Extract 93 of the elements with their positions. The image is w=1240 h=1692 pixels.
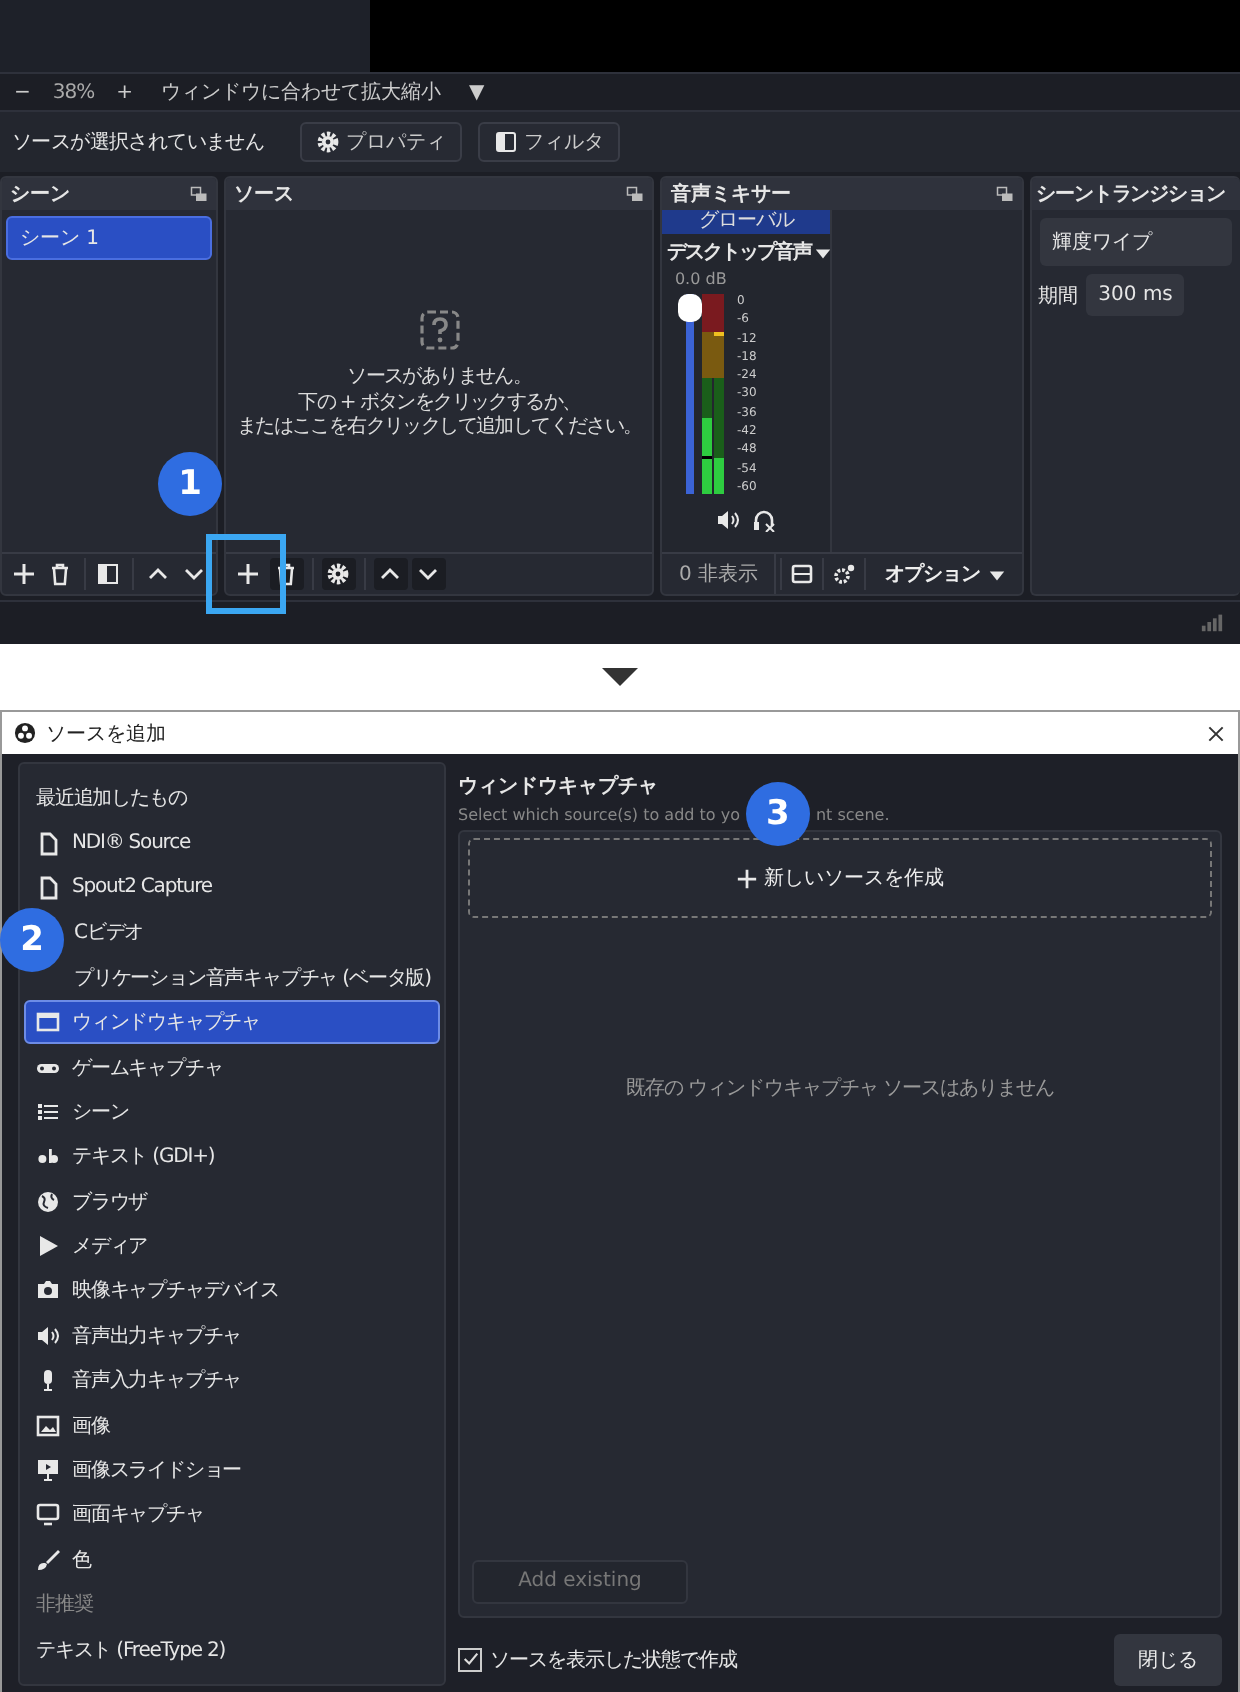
file-icon (36, 831, 60, 856)
source-type-item[interactable]: Cビデオ (68, 910, 156, 956)
undock-icon[interactable] (626, 185, 645, 203)
panel-title: ソース (233, 182, 294, 208)
source-type-item[interactable]: ブラウザ (24, 1179, 440, 1224)
caret-icon (988, 565, 1007, 583)
volume-reading: 0.0 dB (672, 270, 729, 288)
source-type-item[interactable]: テキスト (FreeType 2) (24, 1626, 440, 1672)
volume-slider-handle[interactable] (678, 294, 703, 322)
camera-icon (36, 1278, 60, 1303)
add-icon[interactable] (11, 562, 36, 586)
duration-field[interactable]: 300 ms (1086, 274, 1185, 316)
source-type-item[interactable]: ゲームキャプチャ (24, 1044, 440, 1090)
close-icon[interactable] (1206, 723, 1226, 743)
empty-sources-message: またはここを右クリックして追加してください。 (236, 416, 642, 441)
source-type-item[interactable]: 画面キャプチャ (24, 1492, 440, 1538)
filters-button[interactable]: フィルタ (478, 122, 620, 162)
instruction-text: Select which source(s) to add to yo (458, 806, 740, 824)
section-heading: 非推奨 (34, 1591, 95, 1621)
source-type-item[interactable]: 映像キャプチャデバイス (24, 1268, 440, 1314)
empty-message: 既存の ウィンドウキャプチャ ソースはありません (625, 1075, 1055, 1103)
play-icon (36, 1234, 60, 1259)
fit-window-button[interactable]: ウィンドウに合わせて拡大縮小 (155, 78, 448, 106)
dialog-title: ソースを追加 (46, 721, 166, 747)
section-heading: 最近追加したもの (34, 785, 189, 815)
layout-icon[interactable] (789, 562, 814, 586)
source-type-item[interactable]: 画像 (24, 1402, 440, 1448)
visible-checkbox[interactable] (458, 1647, 482, 1672)
channel-name: デスクトップ音声 (666, 238, 811, 266)
trash-icon[interactable] (274, 562, 299, 586)
transition-select[interactable]: 輝度ワイプ (1040, 218, 1232, 266)
hidden-count: 0 非表示 (662, 554, 777, 594)
source-type-item[interactable]: 音声出力キャプチャ (24, 1313, 440, 1359)
filter-icon[interactable] (96, 562, 121, 586)
question-icon (419, 310, 460, 350)
zoom-in-button[interactable]: + (110, 81, 140, 103)
list-icon (36, 1099, 60, 1124)
signal-icon (1200, 610, 1224, 634)
add-icon[interactable] (236, 562, 261, 586)
text-icon (36, 1144, 60, 1169)
zoom-level: 38% (52, 81, 95, 103)
source-type-item[interactable]: ウィンドウキャプチャ (24, 999, 440, 1045)
close-button[interactable]: 閉じる (1114, 1633, 1222, 1686)
brush-icon (36, 1547, 60, 1572)
zoom-out-button[interactable]: − (8, 81, 37, 103)
source-type-item[interactable]: 音声入力キャプチャ (24, 1358, 440, 1403)
checkbox-label: ソースを表示した状態で作成 (490, 1647, 737, 1674)
filter-icon (494, 130, 518, 154)
image-icon (36, 1413, 60, 1438)
undock-icon[interactable] (189, 185, 208, 203)
source-type-item[interactable]: 画像スライドショー (24, 1447, 440, 1493)
file-icon (36, 875, 60, 900)
source-type-item[interactable]: 色 (24, 1537, 440, 1583)
duration-label: 期間 (1038, 283, 1079, 309)
step-arrow-icon (602, 667, 638, 687)
scene-item[interactable]: シーン 1 (6, 216, 212, 260)
globe-icon (36, 1189, 60, 1214)
empty-sources-message: ソースがありません。 (347, 366, 532, 391)
source-type-item[interactable]: シーン (24, 1089, 440, 1135)
panel-title: 音声ミキサー (670, 180, 791, 208)
properties-button[interactable]: プロパティ (300, 122, 462, 162)
app-logo-icon (14, 722, 36, 744)
window-icon (36, 1010, 60, 1035)
source-type-item[interactable]: NDI® Source (24, 820, 440, 866)
check-icon (461, 1650, 479, 1669)
add-icon (736, 867, 758, 889)
global-label: グローバル (662, 210, 831, 234)
caret-icon[interactable] (814, 243, 833, 261)
settings-icon[interactable] (326, 562, 351, 586)
source-type-item[interactable]: プリケーション音声キャプチャ (ベータ版) (68, 955, 443, 1000)
slideshow-icon (36, 1458, 60, 1483)
instruction-text: nt scene. (815, 806, 890, 824)
empty-sources-message: 下の + ボタンをクリックするか、 (298, 391, 581, 415)
create-source-button[interactable]: 新しいソースを作成 (468, 838, 1212, 918)
options-button[interactable]: オプション (869, 560, 1023, 588)
gear-icon (316, 130, 340, 154)
zoom-menu-button[interactable]: ▼ (463, 81, 491, 103)
undock-icon[interactable] (996, 185, 1015, 203)
highlight-frame (206, 534, 286, 614)
speaker-icon (36, 1323, 60, 1348)
monitor-icon (36, 1502, 60, 1527)
section-heading: ウィンドウキャプチャ (458, 772, 660, 800)
step-badge: 3 (745, 782, 810, 846)
speaker-icon[interactable] (716, 508, 741, 532)
source-type-item[interactable]: テキスト (GDI+) (24, 1134, 440, 1180)
panel-title: シーントランジション (1036, 182, 1225, 208)
settings-icon[interactable] (831, 562, 856, 586)
headphones-icon[interactable] (752, 508, 777, 532)
selection-status: ソースが選択されていません (12, 130, 267, 156)
source-type-item[interactable]: メディア (24, 1223, 440, 1269)
panel-title: シーン (10, 182, 70, 208)
trash-icon[interactable] (47, 562, 72, 586)
source-type-item[interactable]: Spout2 Capture (24, 865, 440, 911)
